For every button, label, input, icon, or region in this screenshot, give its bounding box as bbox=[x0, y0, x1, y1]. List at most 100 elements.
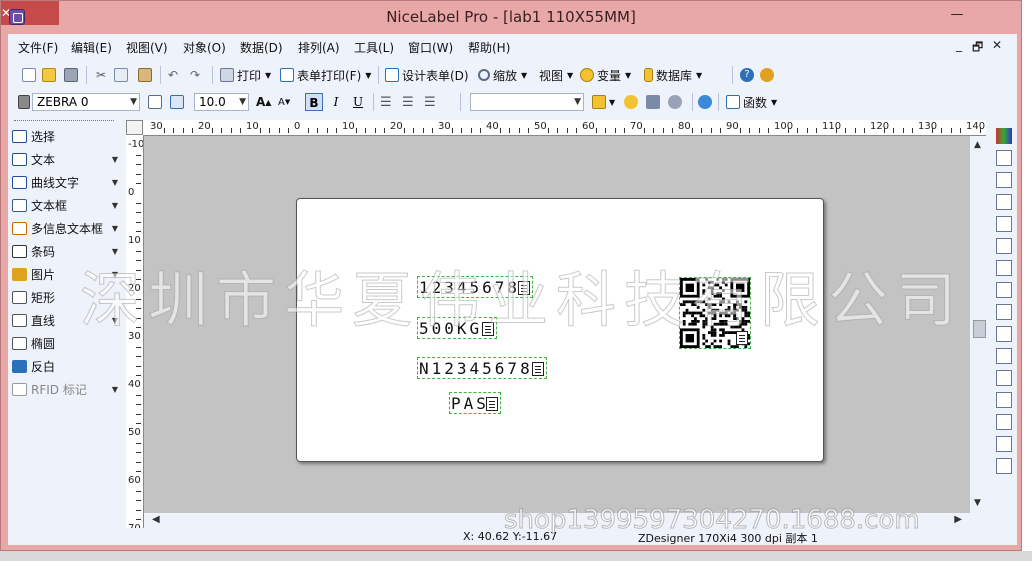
ruler-minor-tick bbox=[192, 128, 194, 133]
shrink-font-icon[interactable]: A ▼ bbox=[278, 93, 290, 111]
text-icon bbox=[12, 152, 27, 166]
rotate-icon[interactable] bbox=[996, 326, 1012, 342]
redo-icon[interactable]: ↷ bbox=[190, 66, 200, 84]
menu-file[interactable]: 文件(F) bbox=[18, 39, 58, 56]
new-icon[interactable] bbox=[22, 66, 39, 84]
mdi-minimize-button[interactable]: _ bbox=[956, 38, 962, 52]
printer-combo[interactable]: ZEBRA 0 ▼ bbox=[32, 93, 140, 111]
menu-help[interactable]: 帮助(H) bbox=[468, 39, 510, 56]
align-center-h-icon[interactable] bbox=[996, 172, 1012, 188]
design-form-button[interactable]: 设计表单(D) bbox=[385, 66, 469, 84]
undo-icon[interactable]: ↶ bbox=[168, 66, 178, 84]
tool-item-3[interactable]: 文本框 ▼ bbox=[12, 195, 120, 215]
menu-edit[interactable]: 编辑(E) bbox=[71, 39, 112, 56]
users-icon[interactable] bbox=[760, 66, 777, 84]
vertical-scrollbar[interactable]: ▲ ▼ bbox=[970, 136, 987, 528]
print-button[interactable]: 打印 ▼ bbox=[220, 66, 271, 84]
tool-item-0[interactable]: 选择 bbox=[12, 126, 120, 146]
mdi-restore-button[interactable]: 🗗 bbox=[972, 38, 983, 59]
bring-front-icon[interactable] bbox=[996, 348, 1012, 364]
tool-item-10[interactable]: 反白 bbox=[12, 356, 120, 376]
database-button[interactable]: 数据库 ▼ bbox=[644, 66, 702, 84]
scroll-right-icon[interactable]: ▶ bbox=[954, 514, 962, 525]
ungroup-icon[interactable] bbox=[996, 414, 1012, 430]
grow-font-icon[interactable]: A ▲ bbox=[256, 93, 271, 111]
menu-window[interactable]: 窗口(W) bbox=[408, 39, 453, 56]
align-right-icon[interactable] bbox=[996, 194, 1012, 210]
save-icon[interactable] bbox=[64, 66, 81, 84]
snap-grid-icon[interactable] bbox=[996, 436, 1012, 452]
menu-data[interactable]: 数据(D) bbox=[240, 39, 283, 56]
panel-grip[interactable] bbox=[14, 120, 114, 121]
menu-arrange[interactable]: 排列(A) bbox=[298, 39, 340, 56]
label-settings-icon[interactable] bbox=[170, 93, 187, 111]
form-print-button[interactable]: 表单打印(F) ▼ bbox=[280, 66, 371, 84]
ruler-minor-tick bbox=[806, 128, 808, 133]
ellipse-icon bbox=[12, 336, 27, 350]
menu-object[interactable]: 对象(O) bbox=[183, 39, 226, 56]
italic-button[interactable]: I bbox=[327, 93, 345, 111]
ruler-tick-label: 10 bbox=[246, 121, 259, 132]
underline-button[interactable]: U bbox=[349, 93, 367, 111]
variable-button[interactable]: 变量 ▼ bbox=[580, 66, 631, 84]
function-button[interactable]: 函数 ▼ bbox=[726, 93, 777, 111]
cut-icon[interactable]: ✂ bbox=[94, 66, 111, 84]
align-right-icon[interactable]: ☰ bbox=[424, 93, 436, 111]
text-field-pass[interactable]: PAS bbox=[449, 392, 501, 414]
grid-dots-icon[interactable] bbox=[996, 458, 1012, 474]
edit-variable-icon[interactable] bbox=[646, 93, 663, 111]
distribute-v-icon[interactable] bbox=[996, 304, 1012, 320]
zoom-button[interactable]: 缩放 ▼ bbox=[478, 66, 527, 84]
ruler-minor-tick bbox=[173, 128, 175, 133]
send-back-icon[interactable] bbox=[996, 370, 1012, 386]
align-left-icon[interactable] bbox=[996, 150, 1012, 166]
mdi-close-button[interactable]: ✕ bbox=[992, 38, 1002, 52]
paste-icon[interactable] bbox=[138, 66, 155, 84]
open-icon[interactable] bbox=[42, 66, 59, 84]
menu-tools[interactable]: 工具(L) bbox=[354, 39, 394, 56]
group-icon[interactable] bbox=[996, 392, 1012, 408]
sync-icon[interactable] bbox=[698, 93, 715, 111]
variable-list-icon[interactable] bbox=[668, 93, 685, 111]
tool-item-11[interactable]: RFID 标记 ▼ bbox=[12, 379, 120, 399]
ruler-tick-label: 30 bbox=[438, 121, 451, 132]
scroll-left-icon[interactable]: ◀ bbox=[152, 514, 160, 525]
copy-icon[interactable] bbox=[114, 66, 131, 84]
printer-settings-icon[interactable] bbox=[148, 93, 165, 111]
scroll-down-icon[interactable]: ▼ bbox=[974, 498, 981, 508]
minimize-button[interactable]: — bbox=[945, 5, 969, 25]
align-middle-icon[interactable] bbox=[996, 238, 1012, 254]
bold-button[interactable]: B bbox=[305, 93, 323, 111]
ruler-minor-tick bbox=[221, 128, 223, 133]
scroll-up-icon[interactable]: ▲ bbox=[974, 140, 981, 150]
variable-label: 变量 bbox=[597, 68, 622, 83]
align-center-icon[interactable]: ☰ bbox=[402, 93, 414, 111]
align-left-icon[interactable]: ☰ bbox=[380, 93, 392, 111]
font-name-combo[interactable]: ▼ bbox=[470, 93, 584, 111]
distribute-h-icon[interactable] bbox=[996, 282, 1012, 298]
color-pencils-icon[interactable] bbox=[996, 128, 1012, 144]
align-top-icon[interactable] bbox=[996, 216, 1012, 232]
rectangle-icon bbox=[12, 290, 27, 304]
ruler-tick-label: 0 bbox=[294, 121, 301, 132]
ruler-tick-label: 10 bbox=[128, 235, 141, 246]
ruler-tick-label: 130 bbox=[918, 121, 938, 132]
ruler-corner[interactable] bbox=[126, 120, 143, 135]
menu-view[interactable]: 视图(V) bbox=[126, 39, 168, 56]
text-field-code[interactable]: N12345678 bbox=[417, 357, 547, 379]
printer-icon bbox=[220, 68, 234, 82]
view-button[interactable]: 视图 ▼ bbox=[539, 66, 573, 84]
tool-item-2[interactable]: 曲线文字 ▼ bbox=[12, 172, 120, 192]
align-bottom-icon[interactable] bbox=[996, 260, 1012, 276]
vertical-scroll-thumb[interactable] bbox=[973, 320, 986, 338]
ruler-minor-tick bbox=[845, 128, 847, 133]
ruler-tick-label: 20 bbox=[198, 121, 211, 132]
ruler-minor-tick bbox=[136, 490, 141, 492]
wizard-icon[interactable]: ▼ bbox=[592, 93, 615, 111]
help-icon[interactable]: ? bbox=[740, 66, 757, 84]
new-variable-icon[interactable] bbox=[624, 93, 641, 111]
font-size-combo[interactable]: 10.0 ▼ bbox=[194, 93, 249, 111]
tool-item-1[interactable]: 文本 ▼ bbox=[12, 149, 120, 169]
ruler-minor-tick bbox=[653, 128, 655, 133]
tool-item-4[interactable]: 多信息文本框 ▼ bbox=[12, 218, 120, 238]
